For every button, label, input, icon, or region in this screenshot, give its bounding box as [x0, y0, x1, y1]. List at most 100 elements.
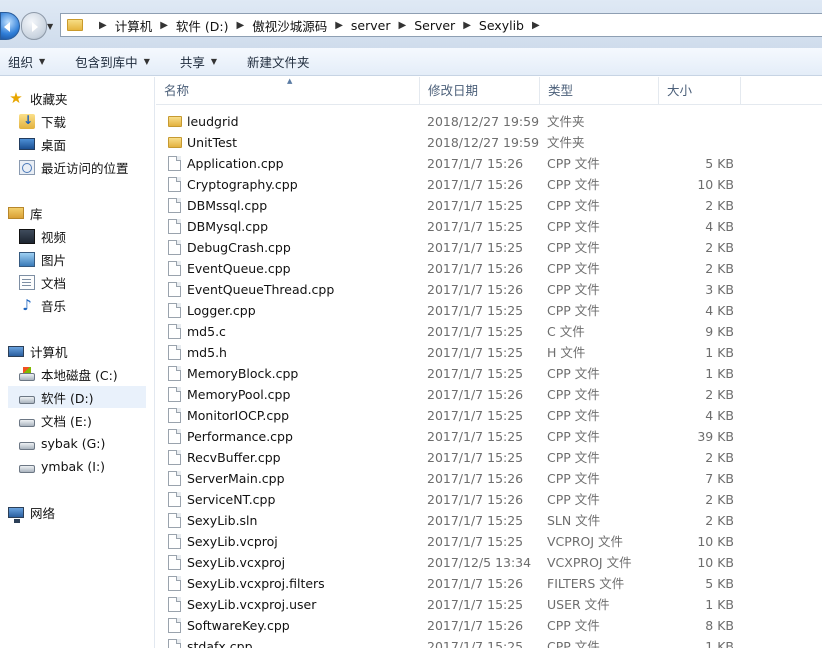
file-icon — [168, 261, 181, 276]
nav-drive-i[interactable]: ymbak (I:) — [19, 455, 169, 477]
file-size: 1 KB — [705, 639, 734, 648]
file-type: CPP 文件 — [547, 198, 600, 213]
file-name: Performance.cpp — [187, 429, 293, 444]
file-modified: 2017/1/7 15:25 — [427, 366, 524, 381]
chevron-right-icon[interactable]: ▶ — [237, 20, 245, 31]
file-row[interactable]: EventQueue.cpp 2017/1/7 15:26 CPP 文件 2 KB — [156, 258, 822, 279]
file-type: VCPROJ 文件 — [547, 534, 624, 549]
file-name: DBMysql.cpp — [187, 219, 269, 234]
file-row[interactable]: MonitorIOCP.cpp 2017/1/7 15:25 CPP 文件 4 KB — [156, 405, 822, 426]
column-header-modified[interactable]: 修改日期 — [420, 77, 540, 105]
file-row[interactable]: SexyLib.vcxproj.user 2017/1/7 15:25 USER 文… — [156, 594, 822, 615]
file-modified: 2017/1/7 15:26 — [427, 282, 524, 297]
forward-button[interactable] — [21, 12, 47, 40]
file-size: 7 KB — [705, 471, 734, 486]
file-row[interactable]: SexyLib.vcxproj.filters 2017/1/7 15:26 FIL… — [156, 573, 822, 594]
nav-videos[interactable]: 视频 — [19, 225, 169, 247]
nav-network[interactable]: 网络 — [8, 501, 158, 523]
file-size: 3 KB — [705, 282, 734, 297]
drive-icon — [19, 418, 35, 427]
breadcrumb-sexylib[interactable]: Sexylib — [479, 18, 524, 33]
file-modified: 2017/1/7 15:26 — [427, 387, 524, 402]
file-modified: 2017/1/7 15:25 — [427, 429, 524, 444]
nav-drive-d[interactable]: 软件 (D:) — [8, 386, 146, 408]
column-header-size[interactable]: 大小 — [659, 77, 741, 105]
file-row[interactable]: ServiceNT.cpp 2017/1/7 15:26 CPP 文件 2 KB — [156, 489, 822, 510]
nav-libraries[interactable]: 库 — [8, 202, 158, 224]
file-row[interactable]: SexyLib.vcproj 2017/1/7 15:25 VCPROJ 文件 10 … — [156, 531, 822, 552]
column-header-name[interactable]: 名称 — [156, 77, 420, 105]
recent-pages-dropdown-icon[interactable]: ▼ — [47, 22, 53, 31]
file-row[interactable]: Performance.cpp 2017/1/7 15:25 CPP 文件 39 KB — [156, 426, 822, 447]
nav-desktop[interactable]: 桌面 — [19, 133, 169, 155]
file-row[interactable]: DebugCrash.cpp 2017/1/7 15:25 CPP 文件 2 KB — [156, 237, 822, 258]
nav-pictures[interactable]: 图片 — [19, 248, 169, 270]
file-row[interactable]: SoftwareKey.cpp 2017/1/7 15:26 CPP 文件 8 KB — [156, 615, 822, 636]
file-row[interactable]: UnitTest 2018/12/27 19:59 文件夹 — [156, 132, 822, 153]
nav-favorites[interactable]: ★ 收藏夹 — [8, 87, 158, 109]
nav-label: 收藏夹 — [30, 91, 68, 107]
breadcrumb-computer[interactable]: 计算机 — [115, 16, 153, 35]
file-icon — [168, 639, 181, 648]
nav-drive-g[interactable]: sybak (G:) — [19, 432, 169, 454]
chevron-right-icon[interactable]: ▶ — [335, 20, 343, 31]
file-modified: 2017/1/7 15:25 — [427, 597, 524, 612]
share-button[interactable]: 共享 ▼ — [172, 48, 225, 75]
breadcrumb-server[interactable]: Server — [414, 18, 455, 33]
include-in-library-button[interactable]: 包含到库中 ▼ — [67, 48, 158, 75]
column-header-type[interactable]: 类型 — [540, 77, 659, 105]
file-row[interactable]: MemoryPool.cpp 2017/1/7 15:26 CPP 文件 2 KB — [156, 384, 822, 405]
file-name: ServerMain.cpp — [187, 471, 285, 486]
chevron-right-icon[interactable]: ▶ — [160, 20, 168, 31]
new-folder-button[interactable]: 新建文件夹 — [239, 48, 318, 75]
breadcrumb-drive-d[interactable]: 软件 (D:) — [176, 16, 229, 35]
organize-button[interactable]: 组织 ▼ — [0, 48, 53, 75]
nav-documents[interactable]: 文档 — [19, 271, 169, 293]
back-button[interactable] — [0, 12, 20, 40]
file-type: CPP 文件 — [547, 639, 600, 648]
file-name: RecvBuffer.cpp — [187, 450, 281, 465]
nav-drive-e[interactable]: 文档 (E:) — [19, 409, 169, 431]
file-row[interactable]: SexyLib.vcxproj 2017/12/5 13:34 VCXPROJ 文件… — [156, 552, 822, 573]
nav-label: 桌面 — [41, 137, 67, 153]
nav-label: sybak (G:) — [41, 435, 106, 451]
nav-recent-places[interactable]: 最近访问的位置 — [19, 156, 169, 178]
file-row[interactable]: RecvBuffer.cpp 2017/1/7 15:25 CPP 文件 2 KB — [156, 447, 822, 468]
nav-drive-c[interactable]: 本地磁盘 (C:) — [19, 363, 169, 385]
file-row[interactable]: EventQueueThread.cpp 2017/1/7 15:26 CPP 文件… — [156, 279, 822, 300]
file-row[interactable]: ServerMain.cpp 2017/1/7 15:26 CPP 文件 7 KB — [156, 468, 822, 489]
file-modified: 2017/1/7 15:26 — [427, 576, 524, 591]
file-name: SexyLib.vcproj — [187, 534, 278, 549]
file-modified: 2017/1/7 15:25 — [427, 513, 524, 528]
file-row[interactable]: Logger.cpp 2017/1/7 15:25 CPP 文件 4 KB — [156, 300, 822, 321]
file-row[interactable]: md5.c 2017/1/7 15:25 C 文件 9 KB — [156, 321, 822, 342]
chevron-right-icon[interactable]: ▶ — [399, 20, 407, 31]
nav-downloads[interactable]: 下载 — [19, 110, 169, 132]
file-row[interactable]: stdafx.cpp 2017/1/7 15:25 CPP 文件 1 KB — [156, 636, 822, 648]
file-name: EventQueueThread.cpp — [187, 282, 335, 297]
file-row[interactable]: MemoryBlock.cpp 2017/1/7 15:25 CPP 文件 1 KB — [156, 363, 822, 384]
file-row[interactable]: Cryptography.cpp 2017/1/7 15:26 CPP 文件 10 K… — [156, 174, 822, 195]
breadcrumb-server-lower[interactable]: server — [351, 18, 391, 33]
chevron-right-icon[interactable]: ▶ — [532, 20, 540, 31]
file-name: SexyLib.vcxproj.user — [187, 597, 317, 612]
file-size: 8 KB — [705, 618, 734, 633]
file-row[interactable]: leudgrid 2018/12/27 19:59 文件夹 — [156, 111, 822, 132]
file-size — [666, 111, 734, 132]
file-type: C 文件 — [547, 324, 585, 339]
address-bar[interactable]: ▶ 计算机 ▶ 软件 (D:) ▶ 傲视沙城源码 ▶ server ▶ Serv… — [60, 13, 822, 37]
file-row[interactable]: SexyLib.sln 2017/1/7 15:25 SLN 文件 2 KB — [156, 510, 822, 531]
file-modified: 2017/1/7 15:25 — [427, 345, 524, 360]
file-modified: 2018/12/27 19:59 — [427, 135, 540, 150]
file-row[interactable]: DBMssql.cpp 2017/1/7 15:25 CPP 文件 2 KB — [156, 195, 822, 216]
file-row[interactable]: md5.h 2017/1/7 15:25 H 文件 1 KB — [156, 342, 822, 363]
nav-computer[interactable]: 计算机 — [8, 340, 158, 362]
file-row[interactable]: Application.cpp 2017/1/7 15:26 CPP 文件 5 KB — [156, 153, 822, 174]
breadcrumb-source-folder[interactable]: 傲视沙城源码 — [252, 16, 327, 35]
file-icon — [168, 177, 181, 192]
chevron-right-icon[interactable]: ▶ — [99, 20, 107, 31]
command-bar: 组织 ▼ 包含到库中 ▼ 共享 ▼ 新建文件夹 — [0, 48, 822, 76]
nav-music[interactable]: ♪ 音乐 — [19, 294, 169, 316]
chevron-right-icon[interactable]: ▶ — [463, 20, 471, 31]
file-row[interactable]: DBMysql.cpp 2017/1/7 15:25 CPP 文件 4 KB — [156, 216, 822, 237]
